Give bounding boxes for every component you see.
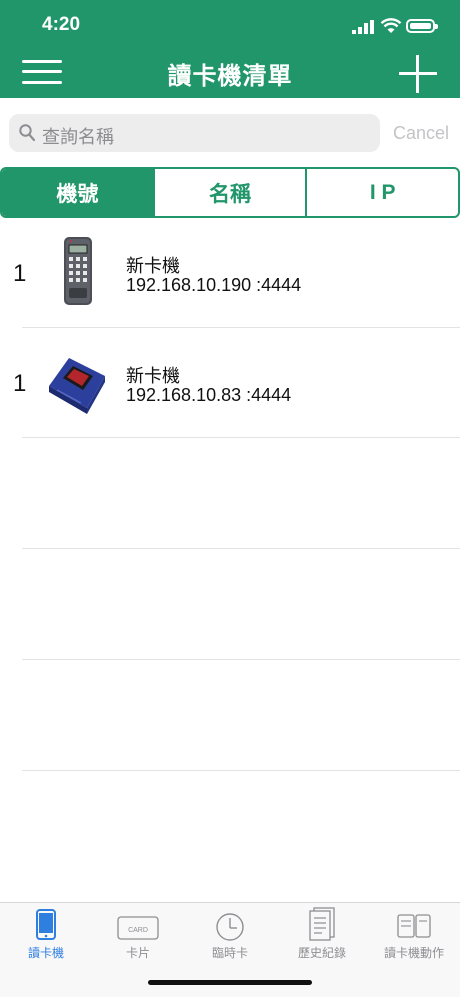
segment-name[interactable]: 名稱 xyxy=(152,169,306,216)
card-icon: CARD xyxy=(117,916,159,940)
card-icon-text: CARD xyxy=(128,927,148,934)
keypad-reader-icon xyxy=(64,237,92,305)
tab-label: 讀卡機 xyxy=(27,946,64,960)
blue-controller-icon xyxy=(49,358,105,414)
tab-reader-actions[interactable]: 讀卡機動作 xyxy=(368,903,460,965)
empty-row xyxy=(0,549,460,660)
reader-list: 1 新卡機 192.168.10.190 :4444 1 新卡機 192.168… xyxy=(0,218,460,771)
tab-readers[interactable]: 讀卡機 xyxy=(0,903,92,965)
search-placeholder: 查詢名稱 xyxy=(42,127,114,147)
status-bar: 4:20 xyxy=(0,12,460,40)
tab-history[interactable]: 歷史紀錄 xyxy=(276,903,368,965)
empty-row xyxy=(0,660,460,771)
cellular-signal-icon xyxy=(352,20,374,34)
reader-address: 192.168.10.83 :4444 xyxy=(126,385,292,405)
battery-icon xyxy=(406,19,438,33)
tab-label: 卡片 xyxy=(125,946,150,960)
add-button[interactable] xyxy=(397,55,439,93)
tab-label: 讀卡機動作 xyxy=(383,946,444,960)
segment-ip[interactable]: I P xyxy=(305,169,458,216)
tab-temp-cards[interactable]: 臨時卡 xyxy=(184,903,276,965)
list-item[interactable]: 1 新卡機 192.168.10.83 :4444 xyxy=(0,328,460,438)
clock-icon xyxy=(216,913,244,941)
reader-number: 1 xyxy=(13,260,27,287)
status-time: 4:20 xyxy=(42,14,81,35)
tab-cards[interactable]: CARD 卡片 xyxy=(92,903,184,965)
reader-address: 192.168.10.190 :4444 xyxy=(126,275,302,295)
nav-header: 4:20 讀卡機清單 xyxy=(0,0,460,98)
reader-action-icon xyxy=(397,914,431,938)
row-divider xyxy=(22,770,460,771)
page-title: 讀卡機清單 xyxy=(167,63,293,90)
tab-label: 歷史紀錄 xyxy=(297,946,346,960)
tab-label: 臨時卡 xyxy=(211,946,248,960)
document-icon xyxy=(309,907,335,941)
segment-number[interactable]: 機號 xyxy=(2,169,153,216)
search-bar: 查詢名稱 Cancel xyxy=(0,112,460,154)
sort-segmented-control: 機號 名稱 I P xyxy=(0,167,460,218)
reader-number: 1 xyxy=(13,370,27,397)
wifi-icon xyxy=(380,18,402,33)
home-indicator xyxy=(148,980,312,985)
list-item[interactable]: 1 新卡機 192.168.10.190 :4444 xyxy=(0,218,460,328)
phone-icon xyxy=(36,909,56,940)
cancel-button[interactable]: Cancel xyxy=(393,123,449,144)
empty-row xyxy=(0,438,460,549)
search-icon xyxy=(19,124,35,142)
search-input[interactable]: 查詢名稱 xyxy=(9,114,380,152)
